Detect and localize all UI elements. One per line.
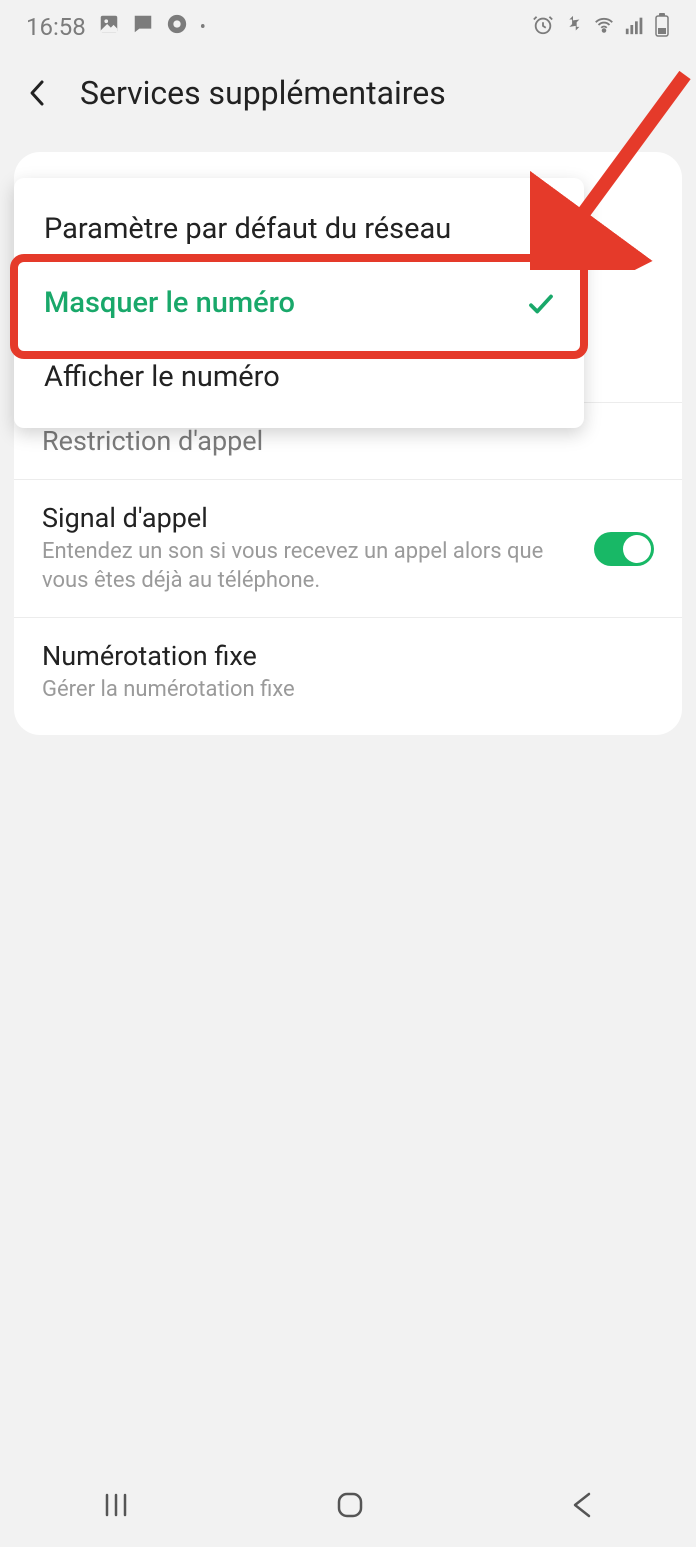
nav-bar — [0, 1467, 696, 1547]
check-icon — [526, 289, 554, 317]
call-waiting-subtitle: Entendez un son si vous recevez un appel… — [42, 538, 594, 595]
dot-icon: • — [200, 17, 206, 38]
call-waiting-toggle[interactable] — [594, 532, 654, 566]
alarm-icon — [532, 14, 554, 41]
back-button[interactable] — [24, 79, 52, 107]
battery-icon — [654, 13, 670, 42]
caller-id-popup: Paramètre par défaut du réseau Masquer l… — [14, 178, 584, 428]
popup-option-label: Afficher le numéro — [44, 360, 280, 394]
nav-home-button[interactable] — [334, 1489, 366, 1525]
restriction-title: Restriction d'appel — [42, 425, 654, 457]
chat-icon — [132, 13, 154, 41]
popup-option-label: Paramètre par défaut du réseau — [44, 212, 451, 246]
status-time: 16:58 — [26, 13, 86, 41]
fixed-dialing-title: Numérotation fixe — [42, 640, 654, 672]
popup-option-label: Masquer le numéro — [44, 286, 295, 320]
popup-option-network-default[interactable]: Paramètre par défaut du réseau — [14, 192, 584, 266]
nav-recent-button[interactable] — [101, 1490, 131, 1524]
signal-icon — [624, 14, 646, 41]
image-icon — [98, 13, 120, 41]
page-title: Services supplémentaires — [80, 74, 446, 112]
vibrate-icon — [562, 14, 584, 41]
popup-option-hide-number[interactable]: Masquer le numéro — [14, 266, 584, 340]
wifi-icon — [592, 14, 616, 41]
setting-call-waiting[interactable]: Signal d'appel Entendez un son si vous r… — [14, 480, 682, 618]
status-left: 16:58 • — [26, 13, 206, 41]
status-right — [532, 13, 670, 42]
header: Services supplémentaires — [0, 54, 696, 152]
popup-option-show-number[interactable]: Afficher le numéro — [14, 340, 584, 414]
status-bar: 16:58 • — [0, 0, 696, 54]
call-waiting-title: Signal d'appel — [42, 502, 594, 534]
nav-back-button[interactable] — [569, 1490, 595, 1524]
fixed-dialing-subtitle: Gérer la numérotation fixe — [42, 676, 654, 705]
browser-icon — [166, 13, 188, 41]
setting-fixed-dialing[interactable]: Numérotation fixe Gérer la numérotation … — [14, 618, 682, 727]
